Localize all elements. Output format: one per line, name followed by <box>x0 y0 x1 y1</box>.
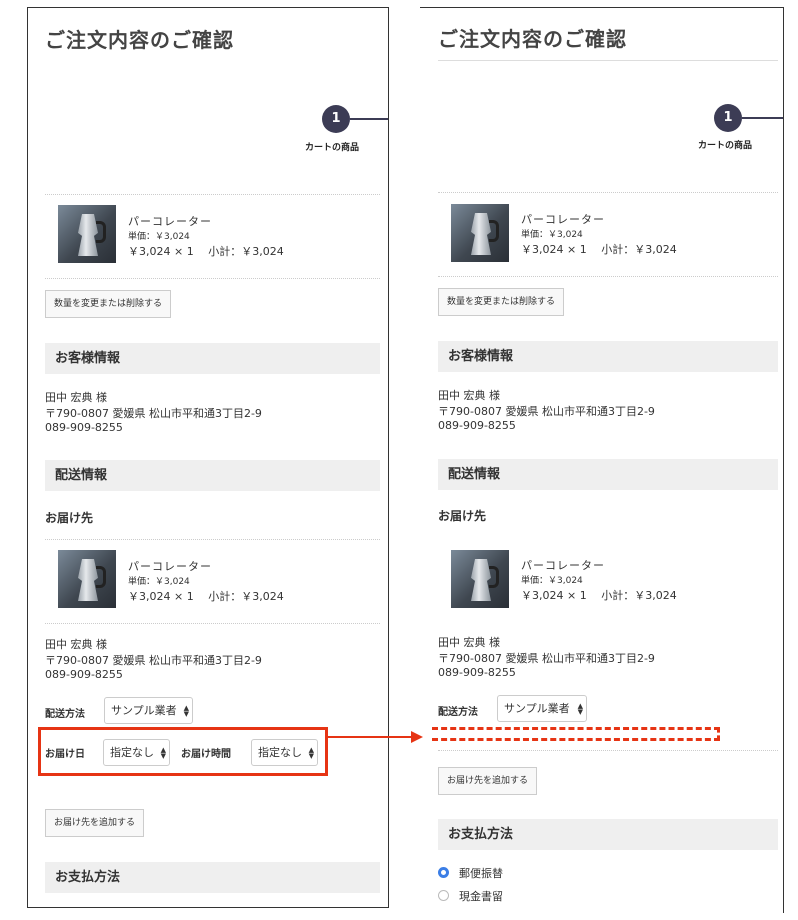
page-title: ご注文内容のご確認 <box>45 28 234 52</box>
product-name: パーコレーター <box>128 560 212 573</box>
page-title: ご注文内容のご確認 <box>438 27 627 51</box>
shipping-name: 田中 宏典 様 <box>438 636 500 649</box>
delivery-method-value: サンプル業者 <box>111 704 177 717</box>
product-unit-price: 単価：￥3,024 <box>128 232 190 242</box>
divider <box>438 750 778 751</box>
divider <box>45 623 380 624</box>
product-unit-price: 単価：￥3,024 <box>521 576 583 586</box>
product-subtotal: ￥3,024 × 1 小計：￥3,024 <box>128 245 284 258</box>
step-label: カートの商品 <box>698 141 753 151</box>
step-indicator: 1 <box>322 105 350 133</box>
highlight-box <box>38 727 328 776</box>
payment-option-label[interactable]: 郵便振替 <box>459 865 503 881</box>
title-divider <box>438 60 778 61</box>
removed-area-marker <box>432 727 720 741</box>
select-arrow-icon: ▲ ▼ <box>577 701 583 716</box>
customer-phone: 089-909-8255 <box>438 419 516 432</box>
delivery-method-value: サンプル業者 <box>504 702 570 715</box>
product-name: パーコレーター <box>521 213 605 226</box>
payment-option-radio-cash[interactable] <box>438 890 449 901</box>
arrow-head-icon <box>411 731 423 743</box>
delivery-method-select[interactable]: サンプル業者 ▲ ▼ <box>104 697 193 724</box>
customer-address: 〒790-0807 愛媛県 松山市平和通3丁目2-9 <box>438 405 655 418</box>
customer-name: 田中 宏典 様 <box>45 391 107 404</box>
product-subtotal: ￥3,024 × 1 小計：￥3,024 <box>128 590 284 603</box>
step-connector <box>742 117 783 119</box>
product-name: パーコレーター <box>521 559 605 572</box>
step-connector <box>350 118 388 120</box>
right-panel: ご注文内容のご確認 1 カートの商品 パーコレーター 単価：￥3,024 ￥3,… <box>420 7 784 913</box>
shipping-info-heading: 配送情報 <box>45 460 380 491</box>
add-destination-button[interactable]: お届け先を追加する <box>438 767 538 795</box>
divider <box>45 278 380 279</box>
product-subtotal: ￥3,024 × 1 小計：￥3,024 <box>521 589 677 602</box>
divider <box>438 192 778 193</box>
product-subtotal: ￥3,024 × 1 小計：￥3,024 <box>521 243 677 256</box>
divider <box>438 276 778 277</box>
destination-label: お届け先 <box>45 511 94 525</box>
customer-address: 〒790-0807 愛媛県 松山市平和通3丁目2-9 <box>45 407 262 420</box>
step-label: カートの商品 <box>305 143 360 153</box>
shipping-info-heading: 配送情報 <box>438 459 778 490</box>
shipping-phone: 089-909-8255 <box>45 668 123 681</box>
shipping-phone: 089-909-8255 <box>438 666 516 679</box>
customer-info-heading: お客様情報 <box>438 341 778 372</box>
divider <box>45 539 380 540</box>
product-image <box>58 550 116 608</box>
payment-option-label[interactable]: 現金書留 <box>459 888 503 904</box>
product-unit-price: 単価：￥3,024 <box>521 230 583 240</box>
customer-phone: 089-909-8255 <box>45 421 123 434</box>
customer-name: 田中 宏典 様 <box>438 389 500 402</box>
change-quantity-button[interactable]: 数量を変更または削除する <box>45 290 172 318</box>
delivery-method-label: 配送方法 <box>438 707 478 718</box>
payment-method-heading: お支払方法 <box>45 862 380 893</box>
product-name: パーコレーター <box>128 215 212 228</box>
shipping-name: 田中 宏典 様 <box>45 638 107 651</box>
product-unit-price: 単価：￥3,024 <box>128 577 190 587</box>
delivery-method-label: 配送方法 <box>45 709 85 720</box>
product-image <box>58 205 116 263</box>
payment-method-heading: お支払方法 <box>438 819 778 850</box>
destination-label: お届け先 <box>438 509 487 523</box>
shipping-address: 〒790-0807 愛媛県 松山市平和通3丁目2-9 <box>45 654 262 667</box>
add-destination-button[interactable]: お届け先を追加する <box>45 809 145 837</box>
arrow-line <box>328 736 415 738</box>
change-quantity-button[interactable]: 数量を変更または削除する <box>438 288 565 316</box>
shipping-address: 〒790-0807 愛媛県 松山市平和通3丁目2-9 <box>438 652 655 665</box>
divider <box>45 194 380 195</box>
delivery-method-select[interactable]: サンプル業者 ▲ ▼ <box>497 695 587 722</box>
customer-info-heading: お客様情報 <box>45 343 380 374</box>
select-arrow-icon: ▲ ▼ <box>183 703 189 718</box>
product-image <box>451 204 509 262</box>
product-image <box>451 550 509 608</box>
payment-option-radio-postal[interactable] <box>438 867 449 878</box>
step-indicator: 1 <box>714 104 742 132</box>
